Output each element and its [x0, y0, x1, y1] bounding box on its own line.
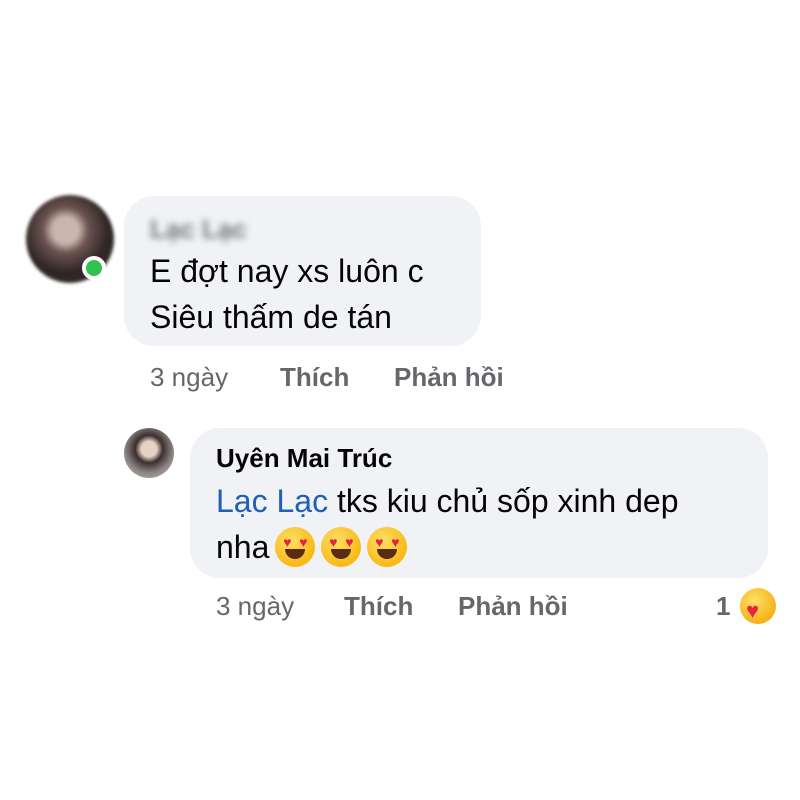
comment-text-line: E đợt nay xs luôn c [150, 253, 424, 289]
mention-link[interactable]: Lạc Lạc [216, 483, 328, 519]
heart-eyes-emoji-icon: ♥ ♥ [275, 527, 316, 567]
heart-eyes-emoji-icon: ♥ ♥ [321, 527, 362, 567]
care-reaction-icon[interactable]: ♥ [740, 588, 776, 624]
comment-author-name[interactable]: Lạc Lạc [150, 214, 247, 245]
reply-button[interactable]: Phản hồi [394, 362, 504, 393]
reply-text: nha [216, 529, 270, 565]
reaction-count[interactable]: 1 [716, 591, 730, 622]
reply-button[interactable]: Phản hồi [458, 591, 568, 622]
like-button[interactable]: Thích [280, 362, 349, 393]
reply-timestamp[interactable]: 3 ngày [216, 591, 294, 622]
reply-text-line: Lạc Lạc tks kiu chủ sốp xinh dep [216, 478, 679, 524]
comment-timestamp[interactable]: 3 ngày [150, 362, 228, 393]
reply-text: tks kiu chủ sốp xinh dep [328, 483, 679, 519]
online-status-dot [82, 256, 106, 280]
reply-text-line: nha ♥ ♥ ♥ ♥ ♥ ♥ [216, 524, 408, 570]
replier-avatar[interactable] [124, 428, 174, 478]
comment-text-line: Siêu thấm de tán [150, 299, 392, 335]
like-button[interactable]: Thích [344, 591, 413, 622]
reply-author-name[interactable]: Uyên Mai Trúc [216, 443, 392, 474]
heart-eyes-emoji-icon: ♥ ♥ [367, 527, 408, 567]
